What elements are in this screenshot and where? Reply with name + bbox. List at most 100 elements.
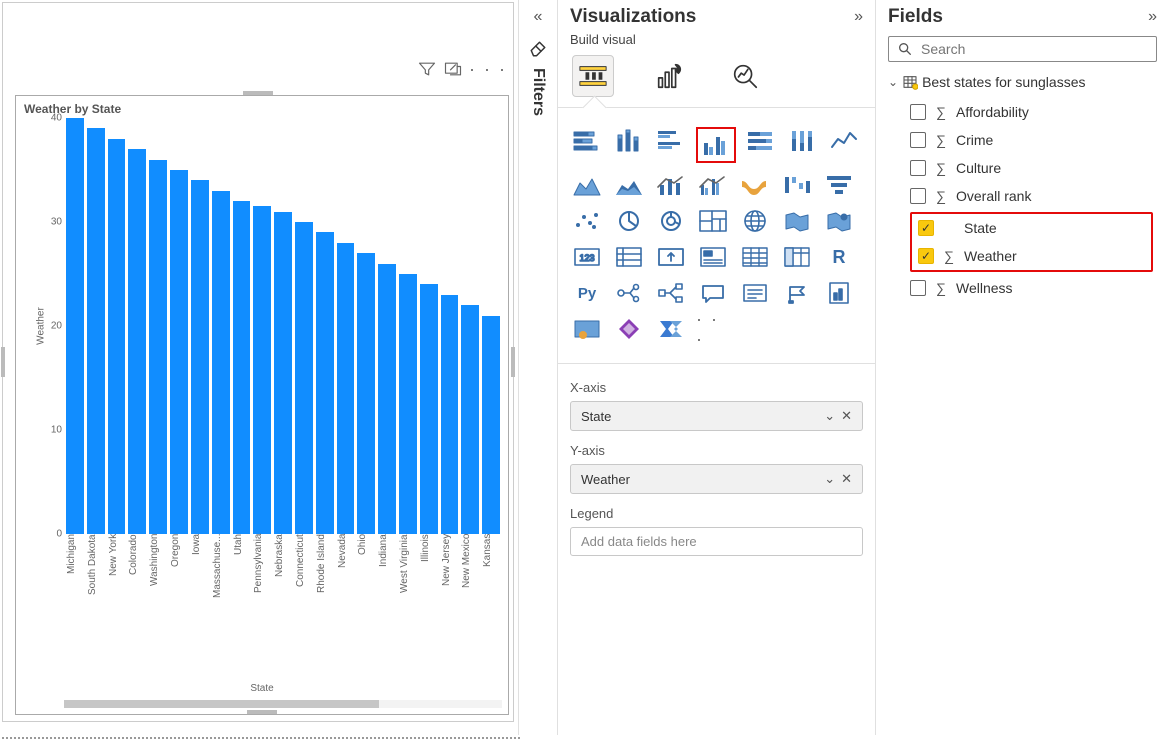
chevron-down-icon[interactable]: ⌄ <box>824 408 835 424</box>
field-crime[interactable]: ∑Crime <box>904 126 1159 154</box>
field-overall-rank[interactable]: ∑Overall rank <box>904 182 1159 210</box>
ribbon-chart-icon[interactable] <box>738 171 772 199</box>
fields-search[interactable] <box>888 36 1157 62</box>
field-state[interactable]: ✓∑State <box>912 214 1151 242</box>
qa-visual-icon[interactable] <box>696 279 730 307</box>
bar[interactable] <box>253 206 271 534</box>
expand-filters-chevron-icon[interactable]: « <box>534 8 543 26</box>
legend-well[interactable]: Add data fields here <box>570 527 863 556</box>
focus-mode-icon[interactable] <box>443 59 463 82</box>
fields-search-input[interactable] <box>921 41 1148 57</box>
collapse-fields-chevron-icon[interactable]: » <box>1148 8 1157 26</box>
resize-handle-right[interactable] <box>511 347 515 377</box>
table-header[interactable]: ⌄ Best states for sunglasses <box>876 70 1169 94</box>
resize-handle-left[interactable] <box>1 347 5 377</box>
field-culture[interactable]: ∑Culture <box>904 154 1159 182</box>
remove-x-icon[interactable]: ✕ <box>841 408 852 424</box>
hundred-stacked-column-icon[interactable] <box>786 127 820 155</box>
field-checkbox[interactable] <box>910 188 926 204</box>
stacked-area-icon[interactable] <box>612 171 646 199</box>
bar[interactable] <box>295 222 313 534</box>
xaxis-well[interactable]: State ⌄✕ <box>570 401 863 431</box>
multirow-card-icon[interactable] <box>612 243 646 271</box>
clustered-bar-icon[interactable] <box>654 127 688 155</box>
report-canvas[interactable]: · · · Weather by State Weather 010203040… <box>0 0 518 735</box>
collapse-visualizations-chevron-icon[interactable]: » <box>854 8 863 26</box>
field-affordability[interactable]: ∑Affordability <box>904 98 1159 126</box>
stacked-bar-icon[interactable] <box>570 127 604 155</box>
bar[interactable] <box>212 191 230 534</box>
bar[interactable] <box>128 149 146 534</box>
field-wellness[interactable]: ∑Wellness <box>904 274 1159 302</box>
field-checkbox[interactable]: ✓ <box>918 248 934 264</box>
treemap-icon[interactable] <box>696 207 730 235</box>
remove-x-icon[interactable]: ✕ <box>841 471 852 487</box>
arcgis-icon[interactable] <box>570 315 604 343</box>
card-icon[interactable]: 123 <box>570 243 604 271</box>
map-icon[interactable] <box>738 207 772 235</box>
pie-icon[interactable] <box>612 207 646 235</box>
kpi-icon[interactable] <box>654 243 688 271</box>
bar[interactable] <box>233 201 251 534</box>
bar[interactable] <box>441 295 459 534</box>
format-visual-tab[interactable] <box>648 55 690 97</box>
column-chart-visual[interactable]: Weather by State Weather 010203040 Michi… <box>15 95 509 715</box>
bar[interactable] <box>108 139 126 534</box>
funnel-icon[interactable] <box>822 171 856 199</box>
yaxis-well[interactable]: Weather ⌄✕ <box>570 464 863 494</box>
area-chart-icon[interactable] <box>570 171 604 199</box>
analytics-tab[interactable] <box>724 55 766 97</box>
slicer-icon[interactable] <box>696 243 730 271</box>
bar[interactable] <box>378 264 396 534</box>
smart-narrative-icon[interactable] <box>738 279 772 307</box>
bar[interactable] <box>399 274 417 534</box>
bar[interactable] <box>87 128 105 534</box>
filters-label[interactable]: Filters <box>529 68 547 116</box>
filled-map-icon[interactable] <box>780 207 814 235</box>
get-more-visuals-icon[interactable]: · · · <box>696 315 730 343</box>
field-checkbox[interactable] <box>910 104 926 120</box>
bar[interactable] <box>191 180 209 534</box>
azure-map-icon[interactable] <box>822 207 856 235</box>
bar[interactable] <box>170 170 188 534</box>
waterfall-icon[interactable] <box>780 171 814 199</box>
field-weather[interactable]: ✓∑Weather <box>912 242 1151 270</box>
goals-icon[interactable] <box>780 279 814 307</box>
stacked-column-icon[interactable] <box>612 127 646 155</box>
donut-icon[interactable] <box>654 207 688 235</box>
resize-handle-bottom[interactable] <box>247 710 277 714</box>
matrix-icon[interactable] <box>780 243 814 271</box>
visual-more-icon[interactable]: · · · <box>469 59 507 82</box>
bar[interactable] <box>337 243 355 534</box>
bar[interactable] <box>357 253 375 534</box>
table-icon[interactable] <box>738 243 772 271</box>
paginated-report-icon[interactable] <box>822 279 856 307</box>
field-checkbox[interactable]: ✓ <box>918 220 934 236</box>
bar[interactable] <box>461 305 479 534</box>
clustered-column-icon[interactable] <box>696 127 736 163</box>
line-chart-icon[interactable] <box>828 127 862 155</box>
r-visual-icon[interactable]: R <box>822 243 856 271</box>
bar[interactable] <box>482 316 500 534</box>
build-visual-tab[interactable] <box>572 55 614 97</box>
field-checkbox[interactable] <box>910 280 926 296</box>
powerapps-icon[interactable] <box>612 315 646 343</box>
key-influencers-icon[interactable] <box>612 279 646 307</box>
line-clustered-column-icon[interactable] <box>696 171 730 199</box>
bar[interactable] <box>420 284 438 534</box>
bar[interactable] <box>149 160 167 534</box>
scatter-icon[interactable] <box>570 207 604 235</box>
bar[interactable] <box>316 232 334 534</box>
filter-icon[interactable] <box>417 59 437 82</box>
field-checkbox[interactable] <box>910 132 926 148</box>
eraser-icon[interactable] <box>529 40 547 58</box>
line-stacked-column-icon[interactable] <box>654 171 688 199</box>
bar[interactable] <box>66 118 84 534</box>
powerautomate-icon[interactable] <box>654 315 688 343</box>
bar[interactable] <box>274 212 292 534</box>
hundred-stacked-bar-icon[interactable] <box>744 127 778 155</box>
field-checkbox[interactable] <box>910 160 926 176</box>
chevron-down-icon[interactable]: ⌄ <box>824 471 835 487</box>
decomposition-tree-icon[interactable] <box>654 279 688 307</box>
python-visual-icon[interactable]: Py <box>570 279 604 307</box>
